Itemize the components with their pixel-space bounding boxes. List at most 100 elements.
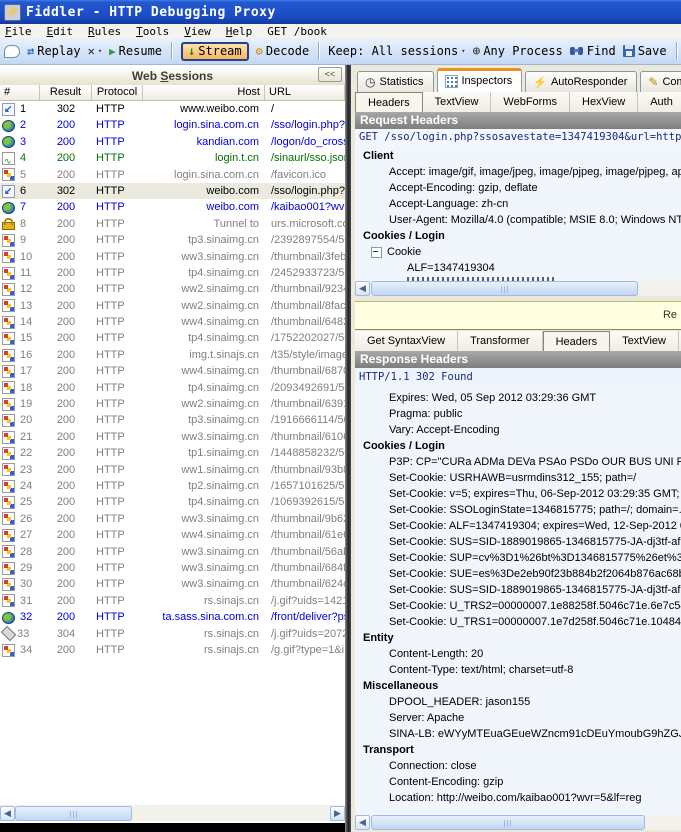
session-row[interactable]: 2 200 HTTP login.sina.com.cn /sso/login.… <box>0 117 345 133</box>
response-status-line[interactable]: HTTP/1.1 302 Found <box>355 368 681 387</box>
collapse-panel-button[interactable]: << <box>318 67 342 82</box>
session-row[interactable]: 1 302 HTTP www.weibo.com / <box>0 101 345 117</box>
menu-item-edit[interactable]: Edit <box>47 25 74 38</box>
session-row[interactable]: 11 200 HTTP tp4.sinaimg.cn /2452933723/5… <box>0 265 345 281</box>
quickexec-command-box[interactable] <box>0 823 345 832</box>
scroll-left-arrow[interactable]: ◀ <box>0 806 15 821</box>
menu-item-file[interactable]: File <box>5 25 32 38</box>
scroll-track[interactable] <box>370 815 681 830</box>
collapse-minus-icon[interactable] <box>371 247 382 258</box>
session-row[interactable]: 29 200 HTTP ww3.sinaimg.cn /thumbnail/68… <box>0 560 345 576</box>
menu-item-tools[interactable]: Tools <box>136 25 169 38</box>
scroll-thumb[interactable] <box>371 815 645 830</box>
menu-item-help[interactable]: Help <box>226 25 253 38</box>
session-row[interactable]: 10 200 HTTP ww3.sinaimg.cn /thumbnail/3f… <box>0 249 345 265</box>
any-process-label: Any Process <box>483 44 562 58</box>
session-row[interactable]: 4 200 HTTP login.t.cn /sinaurl/sso.json <box>0 150 345 166</box>
response-encoding-banner[interactable]: Re <box>355 301 681 330</box>
any-process-button[interactable]: ⊕Any Process <box>472 44 562 59</box>
sessions-horizontal-scrollbar[interactable]: ◀ ▶ <box>0 805 345 821</box>
session-row[interactable]: 9 200 HTTP tp3.sinaimg.cn /2392897554/50 <box>0 232 345 248</box>
replay-button[interactable]: ⇄Replay <box>27 44 81 58</box>
stream-toggle-button[interactable]: ↓Stream <box>181 42 249 61</box>
session-row[interactable]: 13 200 HTTP ww2.sinaimg.cn /thumbnail/8f… <box>0 298 345 314</box>
column-header-result[interactable]: Result <box>40 85 92 100</box>
session-row[interactable]: 31 200 HTTP rs.sinajs.cn /j.gif?uids=142… <box>0 593 345 609</box>
session-row[interactable]: 17 200 HTTP ww4.sinaimg.cn /thumbnail/68… <box>0 363 345 379</box>
menu-item-get-book[interactable]: GET /book <box>267 25 327 38</box>
session-row[interactable]: 34 200 HTTP rs.sinajs.cn /g.gif?type=1&i <box>0 642 345 658</box>
resume-button[interactable]: ▶Resume <box>109 44 162 58</box>
decode-button[interactable]: ⚙Decode <box>256 44 310 58</box>
session-row[interactable]: 8 200 HTTP Tunnel to urs.microsoft.co <box>0 216 345 232</box>
request-line[interactable]: GET /sso/login.php?ssosavestate=13474193… <box>355 129 681 147</box>
session-row[interactable]: 3 200 HTTP kandian.com /logon/do_cross <box>0 134 345 150</box>
session-row[interactable]: 5 200 HTTP login.sina.com.cn /favicon.ic… <box>0 167 345 183</box>
find-button[interactable]: Find <box>570 44 616 58</box>
session-row[interactable]: 24 200 HTTP tp2.sinaimg.cn /1657101625/5… <box>0 478 345 494</box>
tab-headers[interactable]: Headers <box>543 331 611 351</box>
session-row[interactable]: 6 302 HTTP weibo.com /sso/login.php?s <box>0 183 345 199</box>
session-row[interactable]: 7 200 HTTP weibo.com /kaibao001?wvr= <box>0 199 345 215</box>
session-row[interactable]: 25 200 HTTP tp4.sinaimg.cn /1069392615/5… <box>0 494 345 510</box>
session-number: 19 <box>20 396 32 412</box>
menu-item-rules[interactable]: Rules <box>88 25 121 38</box>
section-title: Cookies / Login <box>355 438 681 454</box>
session-number: 17 <box>20 363 32 379</box>
scroll-thumb[interactable] <box>15 806 132 821</box>
save-button[interactable]: Save <box>623 44 667 58</box>
remove-dropdown-caret[interactable]: ▾ <box>98 47 102 55</box>
tab-headers[interactable]: Headers <box>355 92 423 112</box>
tab-hexview[interactable]: HexView <box>570 92 638 112</box>
session-row[interactable]: 18 200 HTTP tp4.sinaimg.cn /2093492691/5… <box>0 380 345 396</box>
scroll-left-arrow[interactable]: ◀ <box>355 815 370 830</box>
session-row[interactable]: 22 200 HTTP tp1.sinaimg.cn /1448858232/5… <box>0 445 345 461</box>
tab-auth[interactable]: Auth <box>638 92 681 112</box>
scroll-left-arrow[interactable]: ◀ <box>355 281 370 296</box>
session-row[interactable]: 21 200 HTTP ww3.sinaimg.cn /thumbnail/61… <box>0 429 345 445</box>
column-header-url[interactable]: URL <box>265 85 345 100</box>
column-header-host[interactable]: Host <box>143 85 265 100</box>
scroll-track[interactable] <box>370 281 681 296</box>
tab-comp[interactable]: ✎Comp <box>640 71 681 92</box>
comment-button[interactable] <box>4 45 20 58</box>
session-row[interactable]: 33 304 HTTP rs.sinajs.cn /j.gif?uids=207… <box>0 626 345 642</box>
request-horizontal-scrollbar[interactable]: ◀ <box>355 281 681 296</box>
session-row[interactable]: 27 200 HTTP ww4.sinaimg.cn /thumbnail/61… <box>0 527 345 543</box>
section-title: Cookies / Login <box>355 228 681 244</box>
scroll-right-arrow[interactable]: ▶ <box>330 806 345 821</box>
session-row[interactable]: 28 200 HTTP ww3.sinaimg.cn /thumbnail/56… <box>0 544 345 560</box>
session-host: tp4.sinaimg.cn <box>143 330 265 346</box>
keep-sessions-dropdown[interactable]: Keep: All sessions▾ <box>328 44 465 58</box>
session-type-icon <box>2 283 15 296</box>
tab-statistics[interactable]: ◷Statistics <box>357 71 434 92</box>
tab-webforms[interactable]: WebForms <box>491 92 570 112</box>
tab-get-syntaxview[interactable]: Get SyntaxView <box>355 331 458 351</box>
session-row[interactable]: 16 200 HTTP img.t.sinajs.cn /t35/style/i… <box>0 347 345 363</box>
menu-item-view[interactable]: View <box>184 25 211 38</box>
tab-textview[interactable]: TextView <box>610 331 679 351</box>
session-row[interactable]: 19 200 HTTP ww2.sinaimg.cn /thumbnail/63… <box>0 396 345 412</box>
session-row[interactable]: 12 200 HTTP ww2.sinaimg.cn /thumbnail/92… <box>0 281 345 297</box>
session-row[interactable]: 30 200 HTTP ww3.sinaimg.cn /thumbnail/62… <box>0 576 345 592</box>
tab-textview[interactable]: TextView <box>423 92 492 112</box>
session-row[interactable]: 23 200 HTTP ww1.sinaimg.cn /thumbnail/93… <box>0 462 345 478</box>
scroll-track[interactable] <box>15 806 330 821</box>
column-header-number[interactable]: # <box>0 85 40 100</box>
response-horizontal-scrollbar[interactable]: ◀ <box>355 815 681 830</box>
tab-label: Statistics <box>379 76 423 88</box>
remove-sessions-button[interactable]: ✕▾ <box>88 44 102 58</box>
tab-transformer[interactable]: Transformer <box>458 331 543 351</box>
session-url: /thumbnail/6391 <box>265 396 345 412</box>
session-protocol: HTTP <box>92 478 143 494</box>
title-bar[interactable]: ⚡ Fiddler - HTTP Debugging Proxy <box>0 0 681 24</box>
session-row[interactable]: 26 200 HTTP ww3.sinaimg.cn /thumbnail/9b… <box>0 511 345 527</box>
session-row[interactable]: 32 200 HTTP ta.sass.sina.com.cn /front/d… <box>0 609 345 625</box>
session-row[interactable]: 20 200 HTTP tp3.sinaimg.cn /1916666114/5… <box>0 412 345 428</box>
tab-autoresponder[interactable]: ⚡AutoResponder <box>525 71 637 92</box>
column-header-protocol[interactable]: Protocol <box>92 85 143 100</box>
session-row[interactable]: 15 200 HTTP tp4.sinaimg.cn /1752202027/5… <box>0 330 345 346</box>
scroll-thumb[interactable] <box>371 281 638 296</box>
tab-inspectors[interactable]: Inspectors <box>437 68 523 92</box>
session-row[interactable]: 14 200 HTTP ww4.sinaimg.cn /thumbnail/64… <box>0 314 345 330</box>
